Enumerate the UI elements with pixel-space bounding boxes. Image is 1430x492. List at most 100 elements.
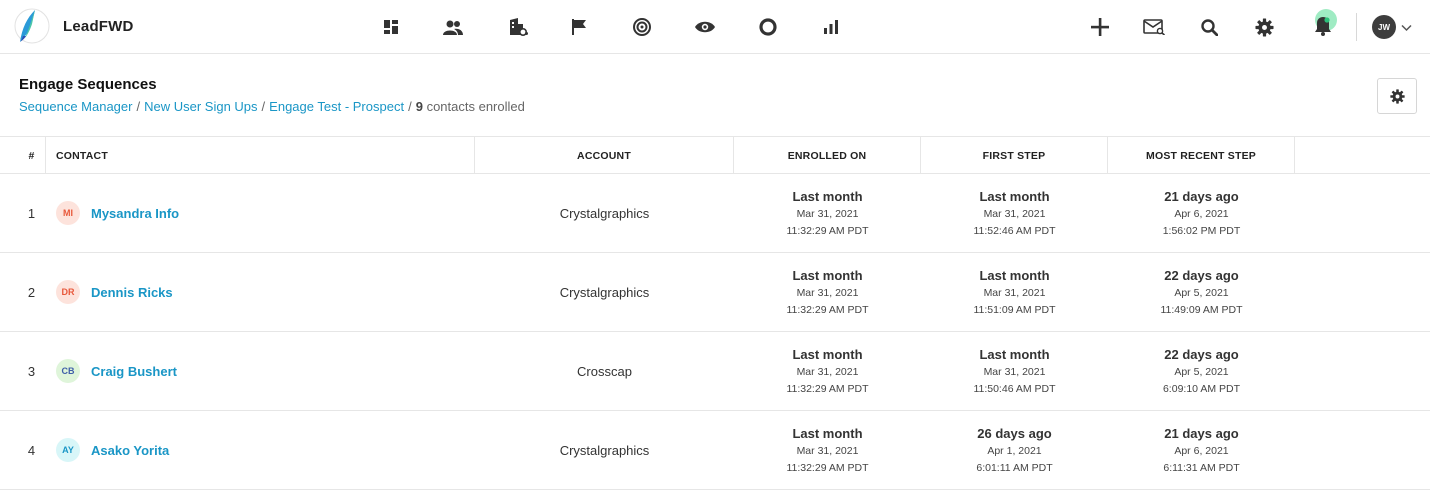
enrolled-date: Mar 31, 2021 bbox=[796, 286, 859, 299]
row-number: 1 bbox=[27, 205, 36, 221]
contact-cell: DR Dennis Ricks bbox=[56, 253, 173, 331]
contact-avatar: DR bbox=[56, 280, 80, 304]
contact-name-link[interactable]: Dennis Ricks bbox=[91, 285, 173, 300]
first-step-date: Mar 31, 2021 bbox=[983, 286, 1046, 299]
enrolled-date: Mar 31, 2021 bbox=[796, 444, 859, 457]
first-step-time: 11:51:09 AM PDT bbox=[973, 303, 1056, 316]
most-recent-step-cell: 21 days ago Apr 6, 2021 1:56:02 PM PDT bbox=[1108, 174, 1295, 252]
account-name: Crystalgraphics bbox=[559, 205, 650, 221]
enrolled-on-cell: Last month Mar 31, 2021 11:32:29 AM PDT bbox=[734, 332, 921, 410]
enrolled-relative: Last month bbox=[792, 346, 863, 362]
enrolled-on-cell: Last month Mar 31, 2021 11:32:29 AM PDT bbox=[734, 174, 921, 252]
first-step-date: Apr 1, 2021 bbox=[987, 444, 1042, 457]
enrolled-label: contacts enrolled bbox=[426, 99, 525, 114]
contact-name-link[interactable]: Craig Bushert bbox=[91, 364, 177, 379]
table-row[interactable]: 2 DR Dennis Ricks Crystalgraphics Last m… bbox=[0, 253, 1430, 332]
most-recent-step-cell: 21 days ago Apr 6, 2021 6:11:31 AM PDT bbox=[1108, 411, 1295, 489]
row-number: 3 bbox=[27, 363, 36, 379]
chevron-down-icon[interactable] bbox=[1401, 19, 1412, 37]
most-recent-step-cell: 22 days ago Apr 5, 2021 6:09:10 AM PDT bbox=[1108, 332, 1295, 410]
flag-icon[interactable] bbox=[566, 14, 592, 40]
enrolled-relative: Last month bbox=[792, 425, 863, 441]
column-header-account[interactable]: ACCOUNT bbox=[475, 137, 734, 174]
enrolled-time: 11:32:29 AM PDT bbox=[786, 303, 869, 316]
recent-step-time: 6:09:10 AM PDT bbox=[1162, 382, 1241, 395]
breadcrumb-new-user-sign-ups[interactable]: New User Sign Ups bbox=[144, 99, 257, 114]
accounts-icon[interactable] bbox=[505, 14, 531, 40]
settings-gear-icon[interactable] bbox=[1251, 14, 1277, 40]
recent-step-date: Apr 6, 2021 bbox=[1174, 207, 1229, 220]
first-step-relative: Last month bbox=[979, 267, 1050, 283]
first-step-cell: Last month Mar 31, 2021 11:50:46 AM PDT bbox=[921, 332, 1108, 410]
column-header-number[interactable]: # bbox=[0, 137, 46, 174]
recent-step-date: Apr 5, 2021 bbox=[1174, 286, 1229, 299]
enrolled-relative: Last month bbox=[792, 188, 863, 204]
column-header-first-step[interactable]: FIRST STEP bbox=[921, 137, 1108, 174]
first-step-cell: 26 days ago Apr 1, 2021 6:01:11 AM PDT bbox=[921, 411, 1108, 489]
column-header-enrolled-on[interactable]: ENROLLED ON bbox=[734, 137, 921, 174]
gear-icon bbox=[1389, 88, 1405, 104]
most-recent-step-cell: 22 days ago Apr 5, 2021 11:49:09 AM PDT bbox=[1108, 253, 1295, 331]
breadcrumb-engage-test-prospect[interactable]: Engage Test - Prospect bbox=[269, 99, 404, 114]
breadcrumb-separator: / bbox=[136, 99, 141, 114]
plus-icon[interactable] bbox=[1087, 14, 1113, 40]
dashboard-icon[interactable] bbox=[378, 14, 404, 40]
account-name: Crystalgraphics bbox=[559, 442, 650, 458]
first-step-relative: Last month bbox=[979, 346, 1050, 362]
bar-chart-icon[interactable] bbox=[818, 14, 844, 40]
header-divider bbox=[1356, 13, 1357, 41]
contact-cell: MI Mysandra Info bbox=[56, 174, 179, 252]
contact-name-link[interactable]: Mysandra Info bbox=[91, 206, 179, 221]
enrolled-on-cell: Last month Mar 31, 2021 11:32:29 AM PDT bbox=[734, 411, 921, 489]
recent-step-date: Apr 5, 2021 bbox=[1174, 365, 1229, 378]
first-step-date: Mar 31, 2021 bbox=[983, 207, 1046, 220]
first-step-cell: Last month Mar 31, 2021 11:51:09 AM PDT bbox=[921, 253, 1108, 331]
user-avatar[interactable]: JW bbox=[1372, 15, 1396, 39]
target-icon[interactable] bbox=[629, 14, 655, 40]
notification-bell-icon[interactable] bbox=[1306, 8, 1340, 42]
column-header-contact[interactable]: CONTACT bbox=[46, 137, 475, 174]
first-step-cell: Last month Mar 31, 2021 11:52:46 AM PDT bbox=[921, 174, 1108, 252]
leadfwd-logo[interactable] bbox=[13, 6, 51, 46]
column-header-most-recent-step[interactable]: MOST RECENT STEP bbox=[1108, 137, 1295, 174]
breadcrumb-separator: / bbox=[261, 99, 266, 114]
breadcrumb: Sequence Manager / New User Sign Ups / Engag… bbox=[19, 99, 525, 114]
first-step-relative: 26 days ago bbox=[977, 425, 1052, 441]
first-step-time: 11:50:46 AM PDT bbox=[973, 382, 1056, 395]
enrolled-time: 11:32:29 AM PDT bbox=[786, 224, 869, 237]
table-header: # CONTACT ACCOUNT ENROLLED ON FIRST STEP… bbox=[0, 136, 1430, 174]
enrolled-time: 11:32:29 AM PDT bbox=[786, 461, 869, 474]
table-row[interactable]: 3 CB Craig Bushert Crosscap Last month M… bbox=[0, 332, 1430, 411]
page-title: Engage Sequences bbox=[19, 76, 157, 93]
recent-step-relative: 22 days ago bbox=[1164, 346, 1239, 362]
enrolled-time: 11:32:29 AM PDT bbox=[786, 382, 869, 395]
breadcrumb-sequence-manager[interactable]: Sequence Manager bbox=[19, 99, 132, 114]
first-step-time: 11:52:46 AM PDT bbox=[973, 224, 1056, 237]
enrolled-relative: Last month bbox=[792, 267, 863, 283]
recent-step-date: Apr 6, 2021 bbox=[1174, 444, 1229, 457]
eye-icon[interactable] bbox=[692, 14, 718, 40]
table-row[interactable]: 1 MI Mysandra Info Crystalgraphics Last … bbox=[0, 174, 1430, 253]
contact-avatar: AY bbox=[56, 438, 80, 462]
recent-step-time: 6:11:31 AM PDT bbox=[1163, 461, 1240, 474]
contact-avatar: CB bbox=[56, 359, 80, 383]
recent-step-relative: 21 days ago bbox=[1164, 425, 1239, 441]
people-icon[interactable] bbox=[440, 14, 466, 40]
enrolled-contacts-table: # CONTACT ACCOUNT ENROLLED ON FIRST STEP… bbox=[0, 136, 1430, 490]
brand-name: LeadFWD bbox=[63, 18, 134, 35]
sequence-settings-button[interactable] bbox=[1377, 78, 1417, 114]
search-icon[interactable] bbox=[1196, 14, 1222, 40]
recent-step-time: 11:49:09 AM PDT bbox=[1160, 303, 1243, 316]
contact-name-link[interactable]: Asako Yorita bbox=[91, 443, 169, 458]
recent-step-time: 1:56:02 PM PDT bbox=[1162, 224, 1241, 237]
recent-step-relative: 21 days ago bbox=[1164, 188, 1239, 204]
contact-cell: CB Craig Bushert bbox=[56, 332, 177, 410]
breadcrumb-separator: / bbox=[408, 99, 412, 114]
first-step-time: 6:01:11 AM PDT bbox=[976, 461, 1053, 474]
contact-avatar: MI bbox=[56, 201, 80, 225]
table-row[interactable]: 4 AY Asako Yorita Crystalgraphics Last m… bbox=[0, 411, 1430, 490]
row-number: 2 bbox=[27, 284, 36, 300]
circle-icon[interactable] bbox=[755, 14, 781, 40]
mail-search-icon[interactable] bbox=[1141, 14, 1167, 40]
first-step-relative: Last month bbox=[979, 188, 1050, 204]
